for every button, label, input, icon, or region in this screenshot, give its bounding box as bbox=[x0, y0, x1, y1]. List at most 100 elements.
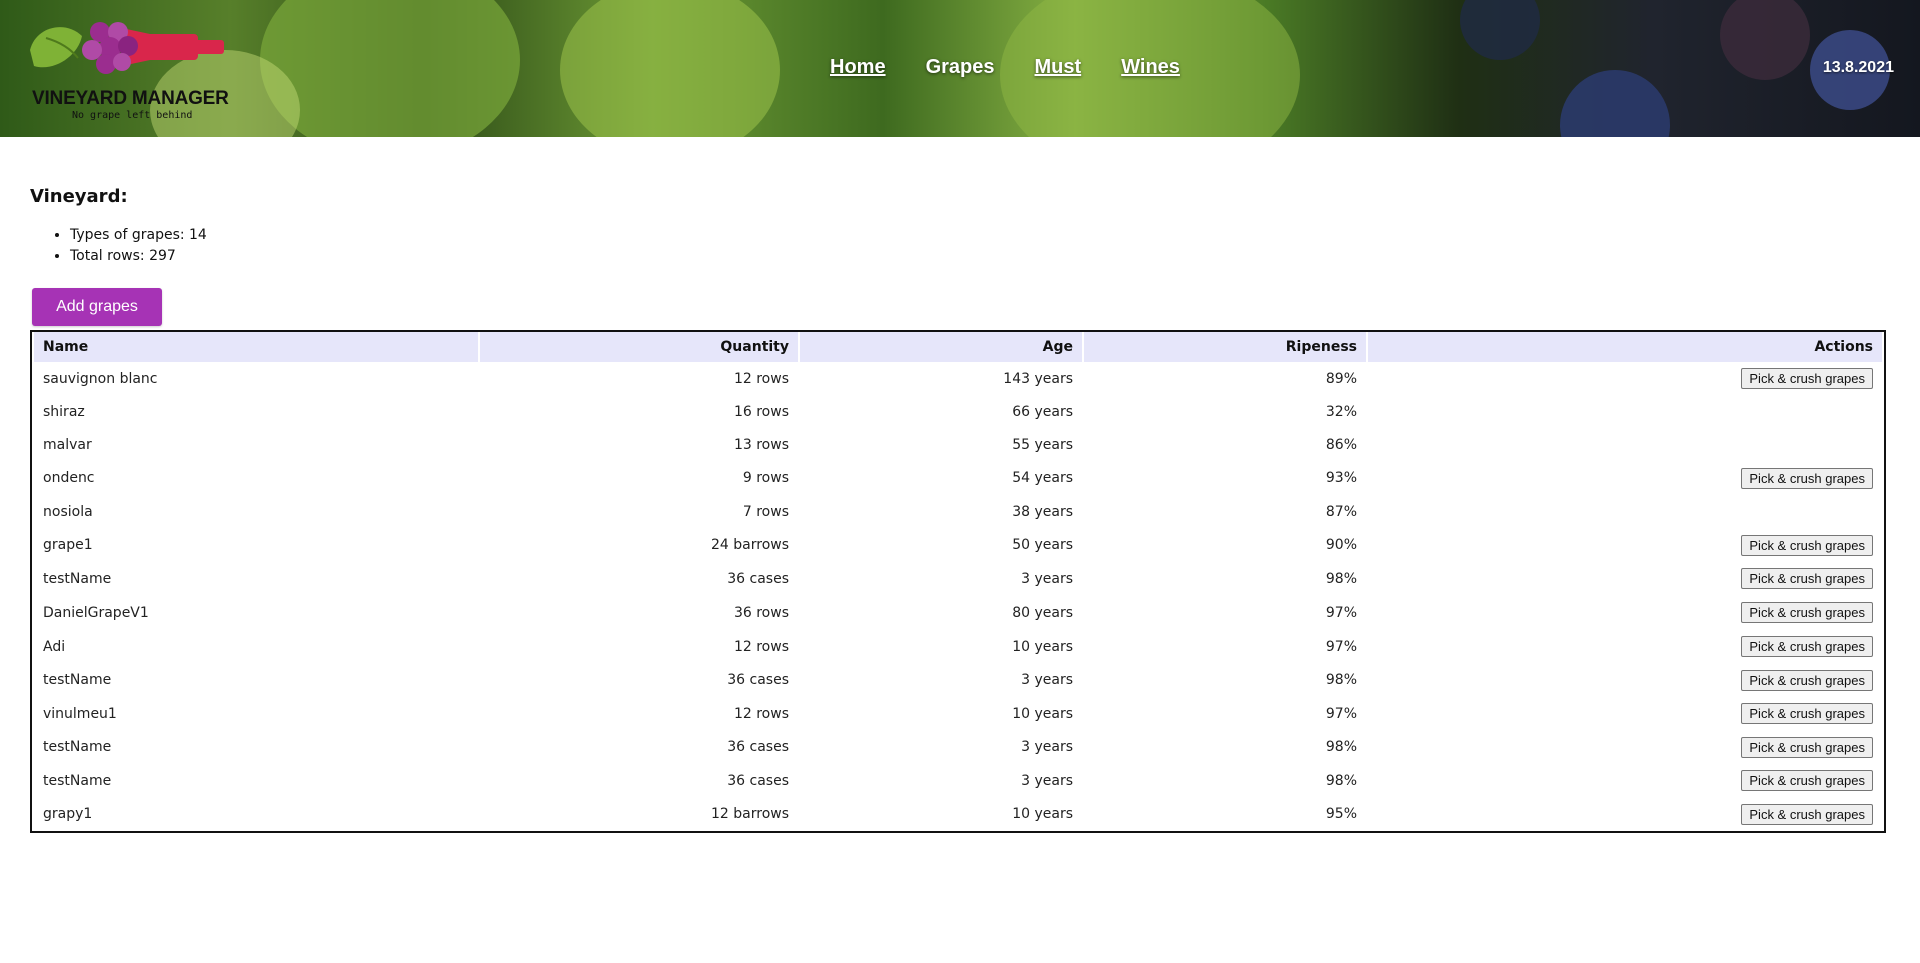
cell-actions: Pick & crush grapes bbox=[1368, 663, 1882, 697]
cell-quantity: 36 cases bbox=[727, 570, 789, 587]
cell-quantity: 36 rows bbox=[733, 604, 789, 621]
cell-ripeness: 32% bbox=[1325, 403, 1357, 420]
cell-age: 3 years bbox=[1021, 739, 1073, 755]
cell-age: 50 years bbox=[1012, 537, 1073, 553]
cell-name: vinulmeu1 bbox=[43, 705, 117, 722]
cell-actions: Pick & crush grapes bbox=[1368, 595, 1882, 630]
cell-ripeness: 98% bbox=[1325, 739, 1357, 755]
cell-actions: Pick & crush grapes bbox=[1368, 730, 1882, 764]
grapes-table: Name Quantity Age Ripeness Actions sauvi… bbox=[30, 330, 1886, 833]
cell-name: testName bbox=[43, 570, 112, 587]
cell-name: sauvignon blanc bbox=[43, 370, 158, 387]
grape-decoration bbox=[1560, 70, 1670, 137]
header-quantity[interactable]: Quantity bbox=[480, 332, 798, 362]
cell-ripeness: 97% bbox=[1325, 705, 1357, 722]
cell-name: testName bbox=[43, 672, 112, 688]
cell-actions: Pick & crush grapes bbox=[1368, 797, 1882, 831]
table-row: ondenc 9 rows 54 years 93% Pick & crush grap… bbox=[34, 461, 1882, 495]
cell-name: DanielGrapeV1 bbox=[43, 604, 149, 621]
cell-age: 10 years bbox=[1012, 806, 1073, 822]
table-header-row: Name Quantity Age Ripeness Actions bbox=[34, 332, 1882, 362]
main-nav: Home Grapes Must Wines bbox=[830, 56, 1180, 79]
table-row: testName 36 cases 3 years 98% Pick & crush g… bbox=[34, 663, 1882, 697]
pick-crush-button[interactable]: Pick & crush grapes bbox=[1741, 568, 1873, 589]
cell-name: malvar bbox=[43, 436, 92, 453]
vineyard-stats: Types of grapes: 14 Total rows: 297 bbox=[30, 225, 1890, 267]
cell-ripeness: 95% bbox=[1325, 806, 1357, 822]
logo[interactable]: VINEYARD MANAGER No grape left behind bbox=[26, 8, 236, 128]
stat-total-rows: Total rows: 297 bbox=[70, 246, 1890, 267]
cell-ripeness: 98% bbox=[1325, 570, 1357, 587]
vineyard-title: Vineyard: bbox=[30, 186, 128, 207]
cell-name: grapy1 bbox=[43, 806, 93, 822]
cell-age: 3 years bbox=[1021, 570, 1073, 587]
cell-ripeness: 97% bbox=[1325, 638, 1357, 655]
table-row: Adi 12 rows 10 years 97% Pick & crush grapes bbox=[34, 630, 1882, 663]
cell-quantity: 24 barrows bbox=[711, 537, 789, 553]
stat-grape-types: Types of grapes: 14 bbox=[70, 225, 1890, 246]
current-date: 13.8.2021 bbox=[1822, 59, 1894, 76]
pick-crush-button[interactable]: Pick & crush grapes bbox=[1741, 467, 1873, 489]
cell-age: 80 years bbox=[1012, 604, 1073, 621]
nav-must[interactable]: Must bbox=[1035, 56, 1082, 79]
cell-age: 66 years bbox=[1012, 403, 1073, 420]
cell-quantity: 9 rows bbox=[742, 470, 789, 486]
grape-decoration bbox=[1720, 0, 1810, 80]
pick-crush-button[interactable]: Pick & crush grapes bbox=[1741, 636, 1873, 657]
table-row: malvar 13 rows 55 years 86% bbox=[34, 428, 1882, 461]
pick-crush-button[interactable]: Pick & crush grapes bbox=[1741, 368, 1873, 389]
cell-age: 3 years bbox=[1021, 772, 1073, 789]
cell-quantity: 36 cases bbox=[727, 739, 789, 755]
cell-actions: Pick & crush grapes bbox=[1368, 630, 1882, 663]
table-row: DanielGrapeV1 36 rows 80 years 97% Pick & cr… bbox=[34, 595, 1882, 630]
cell-actions: Pick & crush grapes bbox=[1368, 764, 1882, 797]
cell-actions bbox=[1368, 395, 1882, 428]
cell-actions: Pick & crush grapes bbox=[1368, 697, 1882, 730]
pick-crush-button[interactable]: Pick & crush grapes bbox=[1741, 534, 1873, 556]
cell-quantity: 36 cases bbox=[727, 672, 789, 688]
nav-grapes[interactable]: Grapes bbox=[926, 56, 995, 79]
table-row: testName 36 cases 3 years 98% Pick & crush g… bbox=[34, 764, 1882, 797]
header-ripeness[interactable]: Ripeness bbox=[1084, 332, 1366, 362]
cell-actions bbox=[1368, 428, 1882, 461]
cell-name: ondenc bbox=[43, 470, 95, 486]
logo-graphic bbox=[30, 22, 224, 74]
cell-ripeness: 93% bbox=[1325, 470, 1357, 486]
pick-crush-button[interactable]: Pick & crush grapes bbox=[1741, 602, 1873, 623]
header-age[interactable]: Age bbox=[800, 332, 1082, 362]
cell-ripeness: 90% bbox=[1325, 537, 1357, 553]
cell-actions: Pick & crush grapes bbox=[1368, 528, 1882, 562]
add-grapes-button[interactable]: Add grapes bbox=[32, 288, 162, 326]
header-name[interactable]: Name bbox=[34, 332, 478, 362]
pick-crush-button[interactable]: Pick & crush grapes bbox=[1741, 770, 1873, 791]
cell-ripeness: 89% bbox=[1325, 370, 1357, 387]
table-row: sauvignon blanc 12 rows 143 years 89% Pick &… bbox=[34, 362, 1882, 395]
nav-home[interactable]: Home bbox=[830, 56, 886, 79]
table-row: testName 36 cases 3 years 98% Pick & crush g… bbox=[34, 730, 1882, 764]
cell-ripeness: 87% bbox=[1325, 503, 1357, 520]
pick-crush-button[interactable]: Pick & crush grapes bbox=[1741, 736, 1873, 758]
cell-actions: Pick & crush grapes bbox=[1368, 562, 1882, 595]
cell-quantity: 7 rows bbox=[742, 503, 789, 520]
cell-name: grape1 bbox=[43, 537, 93, 553]
cell-ripeness: 97% bbox=[1325, 604, 1357, 621]
logo-tagline: No grape left behind bbox=[72, 110, 193, 121]
pick-crush-button[interactable]: Pick & crush grapes bbox=[1741, 803, 1873, 825]
cell-age: 143 years bbox=[1003, 370, 1073, 387]
table-row: nosiola 7 rows 38 years 87% bbox=[34, 495, 1882, 528]
header-banner: VINEYARD MANAGER No grape left behind Ho… bbox=[0, 0, 1920, 137]
cell-quantity: 12 rows bbox=[733, 638, 789, 655]
cell-age: 54 years bbox=[1012, 470, 1073, 486]
cell-name: testName bbox=[43, 772, 112, 789]
pick-crush-button[interactable]: Pick & crush grapes bbox=[1741, 669, 1873, 691]
table-row: vinulmeu1 12 rows 10 years 97% Pick & crush … bbox=[34, 697, 1882, 730]
nav-wines[interactable]: Wines bbox=[1121, 56, 1180, 79]
cell-name: Adi bbox=[43, 638, 66, 655]
cell-quantity: 12 rows bbox=[733, 705, 789, 722]
cell-ripeness: 98% bbox=[1325, 772, 1357, 789]
leaf-decoration bbox=[560, 0, 780, 137]
cell-ripeness: 86% bbox=[1325, 436, 1357, 453]
cell-age: 10 years bbox=[1012, 638, 1073, 655]
pick-crush-button[interactable]: Pick & crush grapes bbox=[1741, 703, 1873, 724]
cell-quantity: 13 rows bbox=[733, 436, 789, 453]
